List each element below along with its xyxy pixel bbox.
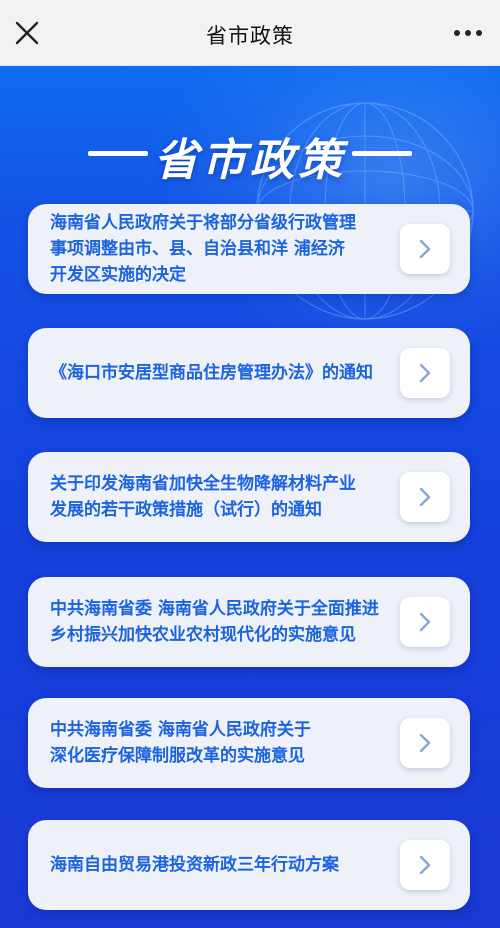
policy-card[interactable]: 《海口市安居型商品住房管理办法》的通知	[28, 328, 470, 418]
policy-page-content: 省市政策 海南省人民政府关于将部分省级行政管理 事项调整由市、县、自治县和洋 浦…	[0, 66, 500, 928]
policy-card[interactable]: 中共海南省委 海南省人民政府关于 深化医疗保障制服改革的实施意见	[28, 698, 470, 788]
chevron-right-icon[interactable]	[400, 224, 450, 274]
more-icon[interactable]	[450, 20, 486, 46]
hero-banner: 省市政策	[0, 124, 500, 186]
policy-title: 《海口市安居型商品住房管理办法》的通知	[50, 363, 373, 383]
policy-title: 中共海南省委 海南省人民政府关于 深化医疗保障制服改革的实施意见	[50, 720, 311, 766]
policy-title: 关于印发海南省加快全生物降解材料产业 发展的若干政策措施（试行）的通知	[50, 474, 356, 520]
policy-title: 海南自由贸易港投资新政三年行动方案	[50, 855, 339, 875]
chevron-right-icon[interactable]	[400, 472, 450, 522]
chevron-right-icon[interactable]	[400, 718, 450, 768]
chevron-right-icon[interactable]	[400, 840, 450, 890]
hero-title: 省市政策	[154, 135, 346, 186]
policy-card[interactable]: 中共海南省委 海南省人民政府关于全面推进 乡村振兴加快农业农村现代化的实施意见	[28, 577, 470, 667]
policy-card[interactable]: 关于印发海南省加快全生物降解材料产业 发展的若干政策措施（试行）的通知	[28, 452, 470, 542]
top-navigation-bar: 省市政策	[0, 0, 500, 66]
policy-title: 中共海南省委 海南省人民政府关于全面推进 乡村振兴加快农业农村现代化的实施意见	[50, 599, 379, 645]
policy-title: 海南省人民政府关于将部分省级行政管理 事项调整由市、县、自治县和洋 浦经济 开发…	[50, 213, 356, 285]
policy-card[interactable]: 海南省人民政府关于将部分省级行政管理 事项调整由市、县、自治县和洋 浦经济 开发…	[28, 204, 470, 294]
hero-right-dash	[352, 151, 412, 156]
chevron-right-icon[interactable]	[400, 348, 450, 398]
policy-card[interactable]: 海南自由贸易港投资新政三年行动方案	[28, 820, 470, 910]
page-title: 省市政策	[206, 24, 294, 48]
chevron-right-icon[interactable]	[400, 597, 450, 647]
